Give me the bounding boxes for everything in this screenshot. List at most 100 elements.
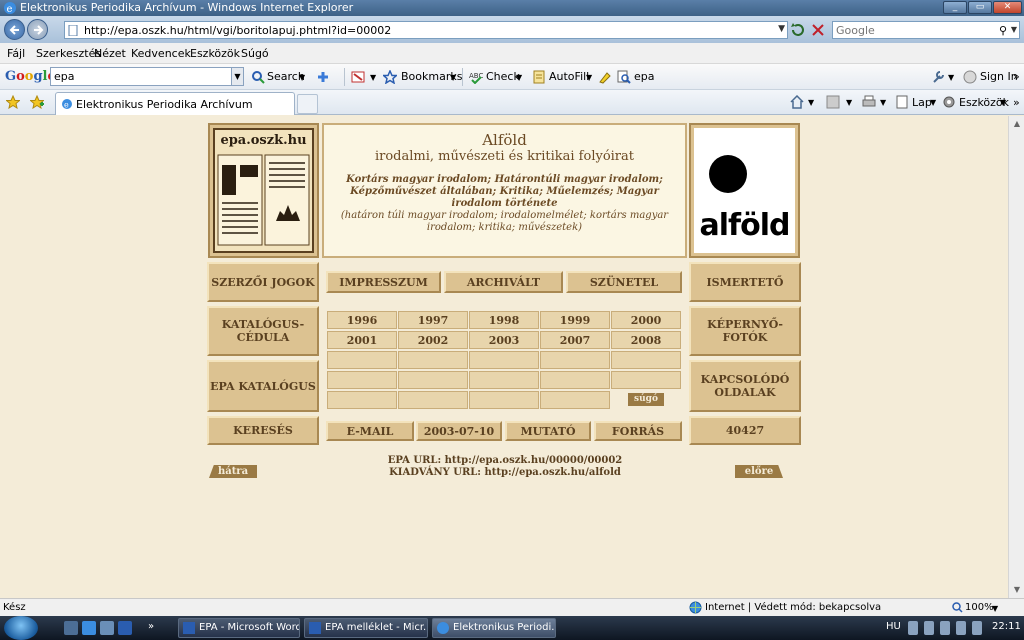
- check-button[interactable]: Check: [486, 70, 520, 83]
- forward-link[interactable]: előre: [735, 465, 783, 478]
- home-icon[interactable]: [790, 95, 804, 109]
- scroll-down-icon[interactable]: ▼: [1009, 582, 1024, 598]
- battery-icon[interactable]: [972, 621, 982, 635]
- print-icon[interactable]: [862, 95, 876, 109]
- chevron-down-icon[interactable]: ▼: [1011, 25, 1017, 34]
- favorites-star-icon[interactable]: [6, 95, 20, 109]
- impressum-button[interactable]: IMPRESSZUM: [326, 271, 441, 293]
- find-icon[interactable]: [617, 70, 631, 84]
- menu-help[interactable]: Súgó: [241, 47, 269, 60]
- autofill-button[interactable]: AutoFill: [549, 70, 589, 83]
- email-button[interactable]: E-MAIL: [326, 421, 414, 441]
- zoom-level[interactable]: 100%: [965, 602, 994, 613]
- close-window-button[interactable]: ✕: [993, 1, 1022, 14]
- chevron-down-icon[interactable]: ▼: [930, 98, 936, 107]
- copyright-button[interactable]: SZERZŐI JOGOK: [207, 262, 319, 302]
- signin-icon[interactable]: [963, 70, 977, 84]
- url-field[interactable]: http://epa.oszk.hu/html/vgi/boritolapuj.…: [64, 21, 788, 39]
- year-link[interactable]: 1998: [469, 311, 539, 329]
- description-button[interactable]: ISMERTETŐ: [689, 262, 801, 302]
- forward-button[interactable]: [27, 19, 48, 40]
- help-button[interactable]: súgó: [628, 393, 664, 406]
- chevron-down-icon[interactable]: ▼: [846, 98, 852, 107]
- autofill-icon[interactable]: [532, 70, 546, 84]
- star-icon[interactable]: [383, 70, 397, 84]
- chevron-down-icon[interactable]: ▼: [231, 68, 243, 85]
- page-icon[interactable]: [895, 95, 909, 109]
- taskbar-ie-window[interactable]: Elektronikus Periodi...: [432, 618, 556, 638]
- chevron-right-icon[interactable]: »: [148, 621, 154, 632]
- highlight-pen-icon[interactable]: [598, 70, 612, 84]
- feeds-icon[interactable]: [826, 95, 840, 109]
- tray-icon[interactable]: [924, 621, 934, 635]
- google-search-box[interactable]: ▼: [50, 67, 244, 86]
- show-desktop-icon[interactable]: [64, 621, 78, 635]
- year-link[interactable]: 2002: [398, 331, 468, 349]
- source-button[interactable]: FORRÁS: [594, 421, 682, 441]
- tray-icon[interactable]: [940, 621, 950, 635]
- page-menu-button[interactable]: Lap: [912, 96, 932, 109]
- year-link[interactable]: 2000: [611, 311, 681, 329]
- epa-catalog-button[interactable]: EPA KATALÓGUS: [207, 360, 319, 412]
- chevron-down-icon[interactable]: ▼: [450, 73, 456, 82]
- chevron-down-icon[interactable]: ▼: [516, 73, 522, 82]
- google-search-input[interactable]: [54, 69, 224, 84]
- tab-active[interactable]: e Elektronikus Periodika Archívum: [55, 92, 295, 115]
- chevron-down-icon[interactable]: ▼: [1000, 98, 1006, 107]
- back-link[interactable]: hátra: [209, 465, 257, 478]
- index-button[interactable]: MUTATÓ: [505, 421, 591, 441]
- vertical-scrollbar[interactable]: ▲ ▼: [1008, 116, 1024, 598]
- clock[interactable]: 22:11: [992, 621, 1021, 632]
- security-zone[interactable]: Internet | Védett mód: bekapcsolva: [705, 602, 881, 613]
- chevron-down-icon[interactable]: ▼: [370, 73, 376, 82]
- chevron-down-icon[interactable]: ▼: [778, 24, 785, 34]
- year-link[interactable]: 1996: [327, 311, 397, 329]
- word-icon[interactable]: [118, 621, 132, 635]
- find-term[interactable]: epa: [634, 70, 655, 83]
- back-button[interactable]: [4, 19, 25, 40]
- year-link[interactable]: 2001: [327, 331, 397, 349]
- search-icon[interactable]: ⚲: [999, 24, 1007, 37]
- start-button[interactable]: [4, 616, 38, 640]
- plus-icon[interactable]: [316, 70, 330, 84]
- wrench-icon[interactable]: [931, 70, 945, 84]
- taskbar-word-attachment[interactable]: EPA melléklet - Micr...: [304, 618, 428, 638]
- year-link[interactable]: 1997: [398, 311, 468, 329]
- catalog-card-button[interactable]: KATALÓGUS-CÉDULA: [207, 306, 319, 356]
- menu-file[interactable]: Fájl: [7, 47, 25, 60]
- taskbar-word-epa[interactable]: EPA - Microsoft Word: [178, 618, 300, 638]
- related-pages-button[interactable]: KAPCSOLÓDÓ OLDALAK: [689, 360, 801, 412]
- year-link[interactable]: 1999: [540, 311, 610, 329]
- maximize-button[interactable]: ▭: [968, 1, 992, 14]
- window-switcher-icon[interactable]: [100, 621, 114, 635]
- stop-icon[interactable]: [810, 22, 826, 38]
- suspended-button[interactable]: SZÜNETEL: [566, 271, 682, 293]
- minimize-button[interactable]: _: [943, 1, 967, 14]
- chevron-right-icon[interactable]: »: [1013, 96, 1020, 109]
- chevron-down-icon[interactable]: ▼: [880, 98, 886, 107]
- gear-icon[interactable]: [942, 95, 956, 109]
- language-indicator[interactable]: HU: [886, 621, 901, 632]
- year-link[interactable]: 2008: [611, 331, 681, 349]
- menu-view[interactable]: Nézet: [94, 47, 126, 60]
- menu-favorites[interactable]: Kedvencek: [131, 47, 191, 60]
- year-link[interactable]: 2003: [469, 331, 539, 349]
- archived-button[interactable]: ARCHIVÁLT: [444, 271, 563, 293]
- spellcheck-icon[interactable]: ABC: [469, 70, 483, 84]
- search-button[interactable]: KERESÉS: [207, 416, 319, 445]
- search-box[interactable]: ⚲ ▼: [832, 21, 1020, 39]
- menu-tools[interactable]: Eszközök: [190, 47, 240, 60]
- chevron-right-icon[interactable]: »: [1013, 70, 1020, 83]
- screenshots-button[interactable]: KÉPERNYŐ-FOTÓK: [689, 306, 801, 356]
- chevron-down-icon[interactable]: ▼: [948, 73, 954, 82]
- menu-edit[interactable]: Szerkesztés: [36, 47, 101, 60]
- scroll-up-icon[interactable]: ▲: [1009, 116, 1024, 132]
- google-search-icon[interactable]: [251, 70, 265, 84]
- search-input[interactable]: [836, 23, 996, 37]
- chevron-down-icon[interactable]: ▼: [808, 98, 814, 107]
- refresh-icon[interactable]: [790, 22, 806, 38]
- internet-explorer-icon[interactable]: [82, 621, 96, 635]
- chevron-down-icon[interactable]: ▼: [992, 604, 998, 613]
- add-favorite-icon[interactable]: [30, 95, 44, 109]
- new-tab-button[interactable]: [297, 94, 318, 114]
